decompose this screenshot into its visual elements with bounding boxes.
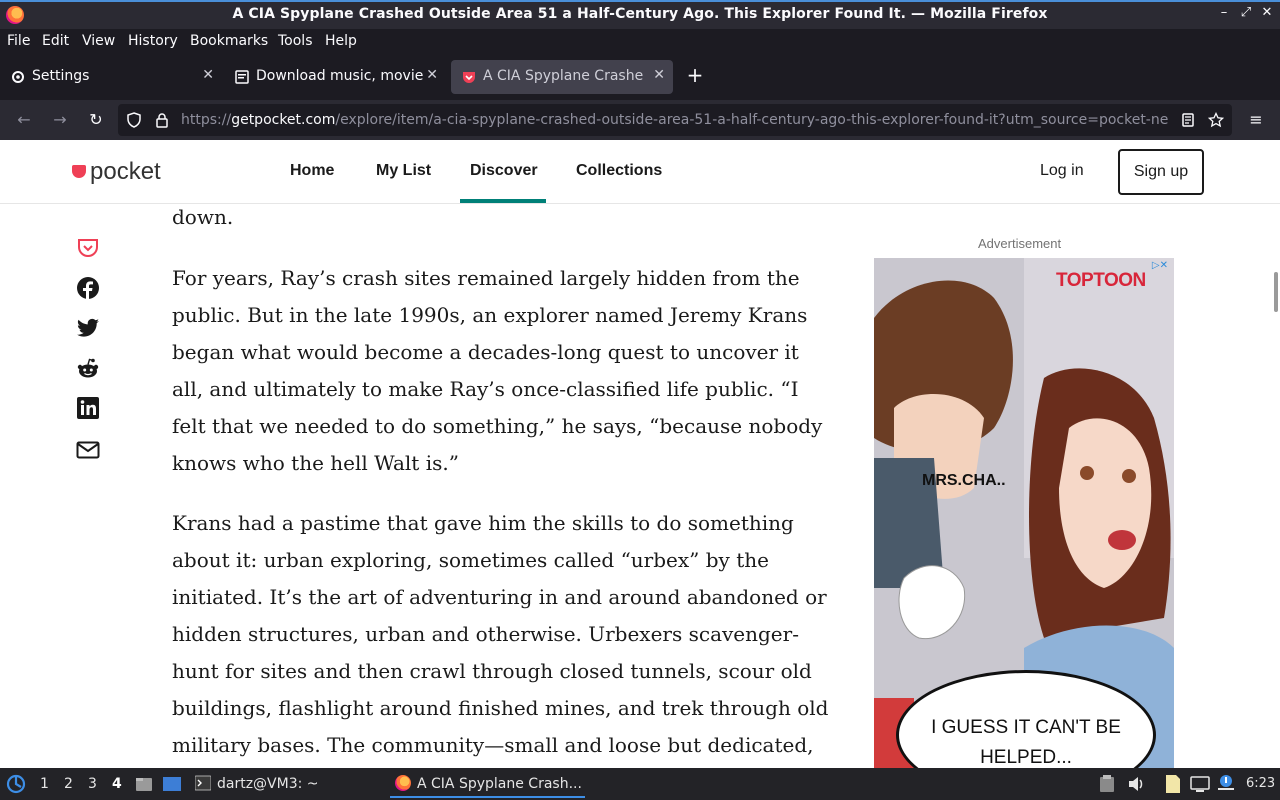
maximize-button[interactable]: ⤢ [1236, 5, 1256, 20]
file-manager-icon[interactable] [135, 775, 153, 793]
reddit-icon[interactable] [76, 357, 100, 381]
article-paragraph: For years, Ray’s crash sites remained la… [172, 266, 823, 475]
pocket-icon [463, 72, 475, 83]
facebook-icon[interactable] [76, 276, 100, 300]
menu-tools[interactable]: Tools [278, 33, 313, 49]
shield-icon[interactable] [126, 112, 142, 128]
taskbar-item-label: A CIA Spyplane Crash... [417, 776, 582, 792]
url-path: /explore/item/a-cia-spyplane-crashed-out… [335, 112, 1169, 128]
reload-button[interactable]: ↻ [84, 108, 108, 132]
nav-home[interactable]: Home [290, 162, 334, 180]
menu-file[interactable]: File [7, 33, 30, 49]
article-paragraph: Krans had a pastime that gave him the sk… [172, 511, 829, 794]
pocket-logo-text: pocket [90, 158, 161, 185]
tab-cia-spyplane[interactable]: A CIA Spyplane Crashed ✕ [451, 60, 673, 94]
volume-icon[interactable] [1127, 775, 1145, 793]
show-desktop-icon[interactable] [162, 775, 182, 793]
login-link[interactable]: Log in [1040, 162, 1084, 180]
lock-icon[interactable] [154, 112, 170, 128]
tab-download-music[interactable]: Download music, movies ✕ [224, 60, 446, 94]
site-header: pocket Home My List Discover Collections [0, 140, 1280, 204]
close-window-button[interactable]: ✕ [1257, 5, 1277, 20]
clipboard-icon[interactable] [1099, 775, 1115, 793]
gear-icon [12, 71, 24, 83]
back-button[interactable]: ← [12, 108, 36, 132]
taskbar-item-label: dartz@VM3: ~ [217, 776, 319, 792]
updates-icon[interactable] [1216, 773, 1236, 793]
nav-collections[interactable]: Collections [576, 162, 662, 180]
start-menu-icon[interactable] [6, 774, 26, 794]
reader-view-icon[interactable] [1180, 112, 1196, 128]
menu-help[interactable]: Help [325, 33, 357, 49]
url-prefix: https:// [181, 112, 232, 128]
firefox-icon [395, 775, 411, 791]
article-paragraph: down. [172, 205, 234, 229]
notes-icon[interactable] [1164, 774, 1182, 794]
close-tab-icon[interactable]: ✕ [426, 67, 438, 83]
clock: 6:23 [1246, 776, 1276, 791]
navigation-bar: ← → ↻ https://getpocket.com/explore/item… [0, 100, 1280, 140]
workspace-1[interactable]: 1 [40, 776, 49, 792]
window-titlebar: A CIA Spyplane Crashed Outside Area 51 a… [0, 0, 1280, 29]
menu-view[interactable]: View [82, 33, 115, 49]
advertisement-banner[interactable]: TOPTOON ▷✕ MRS.CHA.. I GUESS IT CAN'T BE… [874, 258, 1174, 768]
terminal-icon [195, 775, 211, 791]
menu-history[interactable]: History [128, 33, 178, 49]
hamburger-menu-icon[interactable]: ≡ [1244, 108, 1268, 132]
workspace-2[interactable]: 2 [64, 776, 73, 792]
tab-label: A CIA Spyplane Crashed [483, 68, 643, 84]
tab-settings[interactable]: Settings ✕ [0, 60, 222, 94]
url-host: getpocket.com [231, 112, 336, 128]
url-text[interactable]: https://getpocket.com/explore/item/a-cia… [181, 112, 1181, 128]
linkedin-icon[interactable] [76, 396, 100, 420]
menu-bar: File Edit View History Bookmarks Tools H… [0, 29, 1280, 54]
bookmark-star-icon[interactable] [1208, 112, 1224, 128]
system-taskbar: 1 2 3 4 dartz@VM3: ~ A CIA Spyplane Cras… [0, 768, 1280, 800]
taskbar-firefox[interactable]: A CIA Spyplane Crash... [390, 768, 585, 798]
pocket-save-icon[interactable] [76, 236, 100, 260]
page-icon [235, 70, 249, 84]
ad-choices-icon[interactable]: ▷✕ [1152, 260, 1168, 271]
tab-strip: Settings ✕ Download music, movies ✕ A CI… [0, 54, 1280, 100]
workspace-3[interactable]: 3 [88, 776, 97, 792]
close-tab-icon[interactable]: ✕ [202, 67, 214, 83]
url-bar[interactable]: https://getpocket.com/explore/item/a-cia… [118, 104, 1232, 136]
window-title: A CIA Spyplane Crashed Outside Area 51 a… [232, 6, 1048, 22]
ad-brand-logo: TOPTOON [1056, 270, 1146, 291]
taskbar-terminal[interactable]: dartz@VM3: ~ [192, 768, 382, 798]
pocket-logo-icon [72, 165, 86, 178]
nav-my-list[interactable]: My List [376, 162, 431, 180]
tab-label: Settings [32, 68, 90, 84]
network-icon[interactable] [1190, 775, 1210, 793]
workspace-4[interactable]: 4 [112, 776, 122, 792]
page-scrollbar[interactable] [1274, 272, 1278, 312]
ad-speech-text: I GUESS IT CAN'T BE HELPED... [931, 717, 1121, 768]
email-icon[interactable] [76, 438, 100, 462]
twitter-icon[interactable] [76, 316, 100, 340]
ad-speech-bubble: MRS.CHA.. [922, 472, 1006, 489]
minimize-button[interactable]: – [1214, 5, 1234, 20]
menu-bookmarks[interactable]: Bookmarks [190, 33, 268, 49]
nav-discover[interactable]: Discover [470, 162, 538, 180]
tab-label: Download music, movies [256, 68, 424, 84]
forward-button[interactable]: → [48, 108, 72, 132]
menu-edit[interactable]: Edit [42, 33, 69, 49]
advertisement-label: Advertisement [978, 236, 1062, 251]
close-tab-icon[interactable]: ✕ [653, 67, 665, 83]
new-tab-button[interactable]: + [684, 63, 706, 89]
signup-button[interactable]: Sign up [1118, 149, 1204, 195]
